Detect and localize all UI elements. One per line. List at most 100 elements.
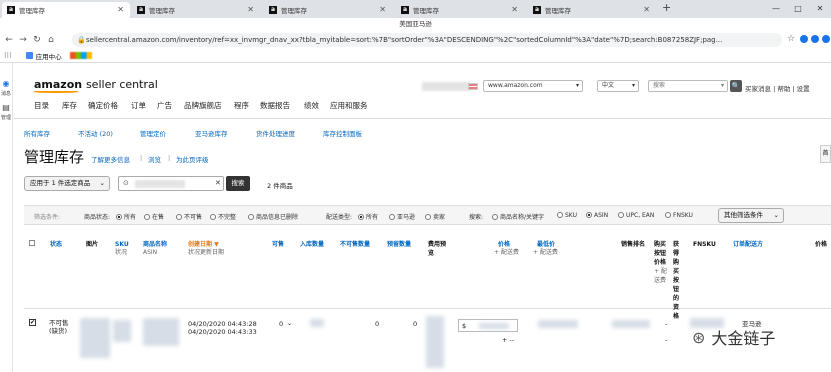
- close-tab-icon[interactable]: ✕: [247, 5, 254, 14]
- nav-apps-services[interactable]: 应用和服务: [330, 100, 368, 111]
- price-input[interactable]: $: [458, 319, 518, 332]
- nav-programs[interactable]: 程序: [234, 100, 249, 111]
- subnav-fba-inventory[interactable]: 亚马逊库存: [195, 128, 228, 138]
- status-radio-removed[interactable]: 商品信息已删除: [248, 212, 298, 221]
- close-tab-icon[interactable]: ✕: [643, 5, 650, 14]
- col-image: 图片: [86, 241, 99, 248]
- row-available[interactable]: 0: [279, 320, 283, 328]
- nav-inventory[interactable]: 库存: [62, 100, 77, 111]
- nav-reports[interactable]: 数据报告: [260, 100, 290, 111]
- home-icon[interactable]: ⌂: [46, 35, 56, 45]
- rate-page-link[interactable]: 为此页评级: [176, 154, 209, 164]
- watermark: ⊛ 大金链子: [692, 327, 776, 349]
- message-icon[interactable]: ◉: [0, 79, 12, 88]
- status-radio-inactive[interactable]: 不可售: [176, 212, 202, 221]
- side-tab[interactable]: 首: [820, 145, 831, 163]
- window-controls: — □ ✕: [765, 0, 831, 18]
- subnav-manage-pricing[interactable]: 管理定价: [140, 128, 166, 138]
- bookmark-blurred-icon[interactable]: [69, 52, 92, 59]
- nav-catalog[interactable]: 目录: [34, 100, 49, 111]
- fulfillment-radio-amazon[interactable]: 亚马逊: [389, 212, 415, 221]
- select-all-checkbox[interactable]: [29, 240, 35, 246]
- minimize-button[interactable]: —: [765, 0, 787, 18]
- flag-icon[interactable]: ⚐: [137, 79, 146, 90]
- col-unfulfillable[interactable]: 不可售数量: [340, 240, 370, 249]
- browser-tab[interactable]: a 管理库存 ✕: [132, 2, 260, 18]
- col-status-updated: 状况更新日期: [188, 249, 225, 256]
- close-tab-icon[interactable]: ✕: [379, 5, 386, 14]
- forward-arrow-icon[interactable]: →: [18, 35, 28, 45]
- search-radio-fnsku[interactable]: FNSKU: [665, 212, 693, 219]
- nav-pricing[interactable]: 确定价格: [88, 100, 118, 111]
- apps-grid-icon[interactable]: ⁝⁝⁝: [4, 51, 12, 60]
- bookmark-icon: [25, 52, 33, 59]
- header-links[interactable]: 买家消息 | 帮助 | 设置: [745, 83, 810, 93]
- nav-stores[interactable]: 品牌旗舰店: [184, 100, 222, 111]
- profile-icon[interactable]: [822, 35, 830, 43]
- star-icon[interactable]: ☆: [787, 34, 795, 44]
- close-tab-icon[interactable]: ✕: [511, 5, 518, 14]
- new-tab-button[interactable]: +: [662, 1, 671, 14]
- subnav-inactive[interactable]: 不活动 (20): [78, 128, 113, 138]
- browser-tab[interactable]: a 管理库存 ✕: [2, 2, 130, 18]
- row-checkbox[interactable]: ✔: [29, 319, 36, 326]
- radio-icon: [389, 214, 395, 220]
- search-radio-title[interactable]: 商品名称/关键字: [492, 212, 544, 221]
- browser-tab[interactable]: a 管理库存 ✕: [396, 2, 524, 18]
- subnav-shipment-progress[interactable]: 货件处理进度: [256, 128, 295, 138]
- row-updated-date: 04/20/2020 04:43:33: [188, 328, 257, 336]
- fulfillment-radio-merchant[interactable]: 卖家: [425, 212, 445, 221]
- nav-orders[interactable]: 订单: [131, 100, 146, 111]
- radio-icon: [665, 212, 671, 218]
- header-search-input[interactable]: 搜索: [648, 80, 728, 92]
- more-filters-button[interactable]: 其他筛选条件 ⌄: [718, 208, 784, 223]
- col-inbound[interactable]: 入库数量: [300, 240, 324, 249]
- status-radio-incomplete[interactable]: 不完整: [210, 212, 236, 221]
- clear-search-icon[interactable]: ✕: [215, 179, 221, 187]
- browser-tab[interactable]: a 管理库存 ✕: [528, 2, 656, 18]
- extension-icon[interactable]: [800, 35, 808, 43]
- product-image-blurred: [80, 318, 110, 358]
- chevron-down-icon[interactable]: ⌄: [287, 320, 292, 328]
- maximize-button[interactable]: □: [787, 0, 809, 18]
- col-fulfilled-by[interactable]: 订单配送方: [733, 240, 763, 249]
- fulfillment-radio-all[interactable]: 所有: [358, 212, 378, 221]
- status-radio-active[interactable]: 在售: [144, 212, 164, 221]
- close-window-button[interactable]: ✕: [809, 0, 831, 18]
- learn-more-link[interactable]: 了解更多信息: [91, 154, 130, 164]
- url-bar[interactable]: 🔒 sellercentral.amazon.com/inventory/ref=…: [72, 33, 782, 47]
- search-button[interactable]: 搜索: [226, 176, 250, 191]
- bookmark-app-center[interactable]: 应用中心: [36, 51, 62, 61]
- lowest-price-blurred: [538, 320, 578, 328]
- row-price-add: + --: [502, 336, 515, 344]
- us-flag-icon: [468, 83, 478, 90]
- nav-performance[interactable]: 绩效: [304, 100, 319, 111]
- marketplace-select[interactable]: www.amazon.com: [483, 80, 583, 92]
- search-radio-sku[interactable]: SKU: [557, 212, 577, 219]
- search-radio-asin[interactable]: ASIN: [586, 212, 608, 219]
- header-search-icon[interactable]: 🔍: [730, 80, 742, 92]
- subnav-all-inventory[interactable]: 所有库存: [24, 128, 50, 138]
- col-buybox-eligible: 获得购买按钮的资格: [673, 241, 680, 320]
- bulk-action-select[interactable]: 应用于 1 件选定商品 ⌄: [24, 176, 110, 191]
- tour-link[interactable]: 浏览: [148, 154, 161, 164]
- reload-icon[interactable]: ↻: [32, 35, 42, 45]
- amazon-favicon-icon: a: [137, 6, 145, 14]
- manage-icon[interactable]: ▤: [0, 103, 12, 112]
- col-reserved[interactable]: 预留数量: [387, 240, 411, 249]
- close-tab-icon[interactable]: ✕: [117, 5, 124, 14]
- inventory-search-input[interactable]: ⊙ ✕: [118, 176, 224, 191]
- col-available[interactable]: 可售: [272, 240, 284, 249]
- search-icon: ⊙: [123, 179, 129, 187]
- language-select[interactable]: 中文: [597, 80, 639, 92]
- fulfillment-filter-label: 配送类型:: [326, 214, 353, 221]
- status-radio-all[interactable]: 所有: [116, 212, 136, 221]
- col-status[interactable]: 状态: [50, 240, 62, 249]
- search-radio-upc-ean[interactable]: UPC, EAN: [618, 212, 654, 219]
- col-asin-sub: ASIN: [143, 249, 158, 256]
- nav-ads[interactable]: 广告: [157, 100, 172, 111]
- extension-icon[interactable]: [811, 35, 819, 43]
- back-arrow-icon[interactable]: ←: [4, 35, 14, 45]
- browser-tab[interactable]: a 管理库存 ✕: [264, 2, 392, 18]
- subnav-inventory-dashboard[interactable]: 库存控制面板: [323, 128, 362, 138]
